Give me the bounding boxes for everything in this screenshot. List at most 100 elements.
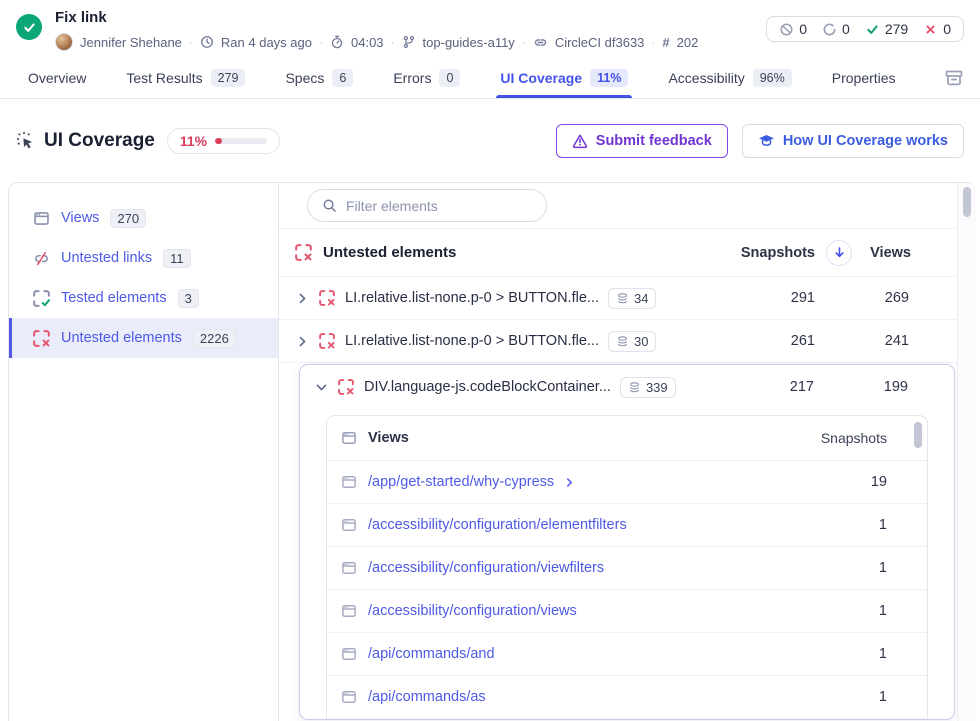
tab-specs[interactable]: Specs6 bbox=[285, 58, 353, 98]
view-snapshots: 19 bbox=[857, 474, 887, 490]
column-views[interactable]: Views bbox=[865, 245, 911, 261]
sidebar-item-tested-elements[interactable]: Tested elements 3 bbox=[9, 278, 278, 318]
count-badge: 11 bbox=[163, 249, 191, 268]
layers-icon bbox=[616, 335, 629, 348]
window-icon bbox=[341, 689, 357, 705]
window-icon bbox=[341, 430, 357, 446]
element-selector: LI.relative.list-none.p-0 > BUTTON.fle..… bbox=[345, 333, 599, 349]
table-row-expanded[interactable]: DIV.language-js.codeBlockContainer... 33… bbox=[300, 365, 954, 409]
window-icon bbox=[341, 646, 357, 662]
stopwatch-icon bbox=[330, 35, 344, 49]
tab-errors[interactable]: Errors0 bbox=[393, 58, 460, 98]
views-value: 199 bbox=[848, 379, 908, 395]
element-selector: LI.relative.list-none.p-0 > BUTTON.fle..… bbox=[345, 290, 599, 306]
separator-dot: · bbox=[189, 35, 193, 49]
run-build-number: 202 bbox=[677, 35, 699, 50]
tab-overview[interactable]: Overview bbox=[28, 58, 86, 98]
view-row[interactable]: /api/commands/as 1 bbox=[327, 676, 927, 719]
sort-descending-button[interactable] bbox=[826, 240, 852, 266]
how-ui-coverage-works-button[interactable]: How UI Coverage works bbox=[742, 124, 964, 158]
element-selector: DIV.language-js.codeBlockContainer... bbox=[364, 379, 611, 395]
count-badge: 2226 bbox=[193, 329, 236, 348]
snapshot-count-badge: 30 bbox=[608, 331, 656, 352]
window-icon bbox=[341, 474, 357, 490]
chevron-right-icon[interactable] bbox=[295, 291, 310, 306]
run-tabs: Overview Test Results279 Specs6 Errors0 … bbox=[0, 58, 980, 99]
page-title: UI Coverage bbox=[44, 130, 155, 152]
sidebar-item-untested-links[interactable]: Untested links 11 bbox=[9, 238, 278, 278]
layers-icon bbox=[628, 381, 641, 394]
table-row[interactable]: LI.relative.list-none.p-0 > BUTTON.fle..… bbox=[279, 277, 975, 320]
view-snapshots: 1 bbox=[857, 689, 887, 705]
view-url[interactable]: /accessibility/configuration/viewfilters bbox=[368, 560, 604, 576]
view-row[interactable]: /app/get-started/why-cypress 19 bbox=[327, 461, 927, 504]
table-row[interactable]: LI.relative.list-none.p-0 > BUTTON.fle..… bbox=[279, 320, 975, 363]
main-scrollbar[interactable] bbox=[957, 183, 976, 721]
sidebar-item-untested-elements[interactable]: Untested elements 2226 bbox=[9, 318, 278, 358]
chevron-right-icon bbox=[563, 476, 576, 489]
hash-icon: # bbox=[662, 35, 669, 50]
view-url[interactable]: /api/commands/as bbox=[368, 689, 486, 705]
view-row[interactable]: /accessibility/configuration/viewfilters… bbox=[327, 547, 927, 590]
test-result-counts[interactable]: 0 0 279 0 bbox=[766, 16, 964, 42]
run-branch[interactable]: top-guides-a11y bbox=[423, 35, 515, 50]
view-snapshots: 1 bbox=[857, 517, 887, 533]
window-icon bbox=[341, 560, 357, 576]
view-url[interactable]: /app/get-started/why-cypress bbox=[368, 474, 554, 490]
chevron-right-icon[interactable] bbox=[295, 334, 310, 349]
snapshots-value: 217 bbox=[754, 379, 814, 395]
view-row[interactable]: /accessibility/configuration/views 1 bbox=[327, 590, 927, 633]
failed-count: 0 bbox=[923, 21, 951, 37]
untested-elements-panel: Untested elements Snapshots Views LI.rel… bbox=[279, 183, 975, 721]
sidebar-item-views[interactable]: Views 270 bbox=[9, 198, 278, 238]
coverage-content: Views 270 Untested links 11 Tested eleme… bbox=[8, 182, 976, 721]
graduation-cap-icon bbox=[758, 132, 775, 149]
nested-scrollbar[interactable] bbox=[914, 422, 922, 542]
count-badge: 3 bbox=[178, 289, 199, 308]
view-row[interactable]: /api/commands/and 1 bbox=[327, 633, 927, 676]
run-ci-build[interactable]: CircleCI df3633 bbox=[555, 35, 645, 50]
view-url[interactable]: /accessibility/configuration/views bbox=[368, 603, 577, 619]
window-icon bbox=[341, 517, 357, 533]
passed-count: 279 bbox=[865, 21, 908, 37]
tab-accessibility[interactable]: Accessibility96% bbox=[668, 58, 791, 98]
coverage-score: 11% bbox=[180, 133, 207, 149]
run-time: Ran 4 days ago bbox=[221, 35, 312, 50]
views-sub-table: Views Snapshots /app/get-started/why-cyp… bbox=[326, 415, 928, 719]
link-icon bbox=[533, 35, 548, 50]
archive-icon[interactable] bbox=[944, 68, 964, 88]
filter-elements-input[interactable] bbox=[346, 198, 532, 214]
skipped-icon bbox=[779, 22, 794, 37]
element-check-icon bbox=[33, 290, 50, 307]
count-badge: 270 bbox=[110, 209, 146, 228]
snapshot-count-badge: 339 bbox=[620, 377, 676, 398]
view-url[interactable]: /accessibility/configuration/elementfilt… bbox=[368, 517, 627, 533]
failed-icon bbox=[923, 22, 938, 37]
view-url[interactable]: /api/commands/and bbox=[368, 646, 495, 662]
sub-column-views: Views bbox=[368, 430, 821, 446]
table-title: Untested elements bbox=[323, 244, 741, 261]
tab-test-results[interactable]: Test Results279 bbox=[126, 58, 245, 98]
branch-icon bbox=[402, 35, 416, 49]
warning-icon bbox=[572, 133, 588, 149]
coverage-progress-bar bbox=[215, 138, 267, 144]
snapshots-value: 261 bbox=[755, 333, 815, 349]
expanded-row-card: DIV.language-js.codeBlockContainer... 33… bbox=[299, 364, 955, 720]
tab-ui-coverage[interactable]: UI Coverage11% bbox=[500, 58, 628, 98]
ui-coverage-icon bbox=[16, 131, 35, 150]
sub-column-snapshots: Snapshots bbox=[821, 430, 887, 446]
coverage-score-pill: 11% bbox=[167, 128, 280, 154]
element-x-icon bbox=[338, 379, 354, 395]
element-x-icon bbox=[319, 290, 335, 306]
run-duration: 04:03 bbox=[351, 35, 384, 50]
ui-coverage-header: UI Coverage 11% Submit feedback How UI C… bbox=[0, 99, 980, 182]
clock-icon bbox=[200, 35, 214, 49]
submit-feedback-button[interactable]: Submit feedback bbox=[556, 124, 728, 158]
layers-icon bbox=[616, 292, 629, 305]
filter-elements-field[interactable] bbox=[307, 189, 547, 222]
column-snapshots[interactable]: Snapshots bbox=[741, 245, 815, 261]
avatar bbox=[55, 33, 73, 51]
chevron-down-icon[interactable] bbox=[314, 380, 329, 395]
tab-properties[interactable]: Properties bbox=[832, 58, 896, 98]
view-row[interactable]: /accessibility/configuration/elementfilt… bbox=[327, 504, 927, 547]
